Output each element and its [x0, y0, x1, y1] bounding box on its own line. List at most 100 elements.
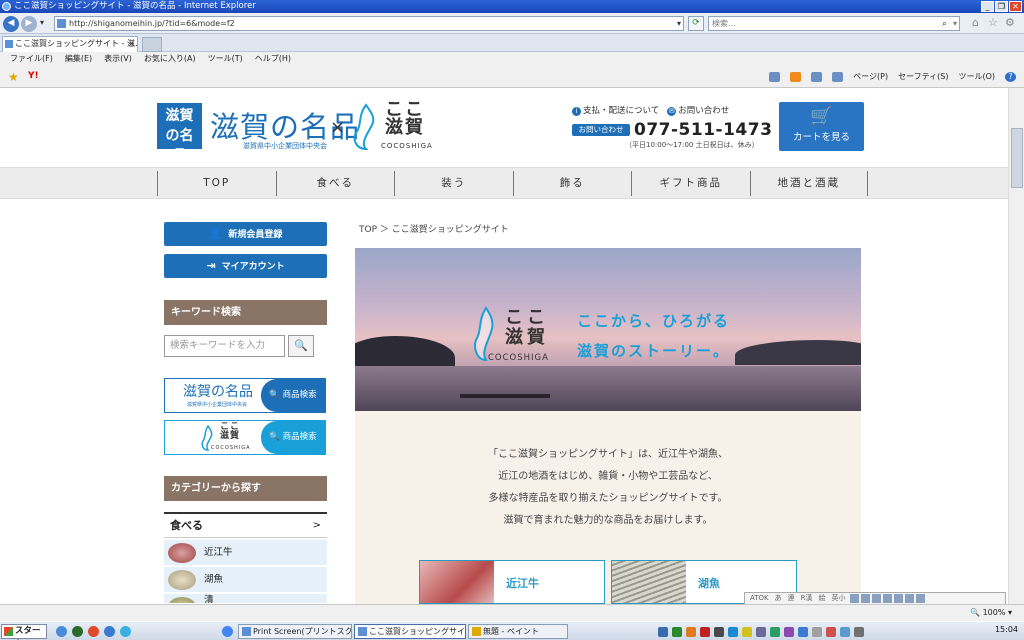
print-icon[interactable] [832, 71, 844, 82]
new-tab-button[interactable] [142, 37, 162, 52]
ime-tool-icon[interactable] [860, 594, 870, 603]
back-arrow-icon[interactable]: ◀ [3, 16, 19, 32]
menu-help[interactable]: ヘルプ(H) [255, 52, 291, 66]
tray-icon[interactable] [672, 626, 682, 637]
help-icon[interactable]: ? [1005, 71, 1016, 82]
ime-conv[interactable]: 連 [786, 593, 797, 604]
home-page-icon[interactable] [769, 71, 781, 82]
search-icon[interactable]: ⌕ [942, 18, 947, 31]
network-icon[interactable] [854, 626, 864, 637]
cocoshiga-search-banner[interactable]: ここ 滋賀 COCOSHIGA 🔍 商品検索 [164, 420, 326, 455]
task-ie-current[interactable]: ここ滋賀ショッピングサイ... [354, 624, 466, 639]
meihin-search-banner[interactable]: 滋賀の名品 滋賀県中小企業団体中央会 🔍 商品検索 [164, 378, 326, 413]
forward-arrow-icon[interactable]: ▶ [21, 16, 37, 32]
refresh-icon[interactable]: ⟳ [688, 16, 704, 31]
page-menu[interactable]: ページ(P) [853, 71, 888, 82]
restore-button[interactable]: ❐ [995, 1, 1008, 12]
task-paint[interactable]: 無題 - ペイント [468, 624, 568, 639]
my-account-button[interactable]: ⇥ マイアカウント [164, 254, 327, 278]
tray-icon[interactable] [756, 626, 766, 637]
close-button[interactable]: ✕ [1009, 1, 1022, 12]
ime-help-icon[interactable] [915, 594, 925, 603]
meihin-banner-button[interactable]: 🔍 商品検索 [261, 379, 325, 412]
category-food[interactable]: 食べる > [164, 512, 327, 538]
tray-icon[interactable] [658, 626, 668, 637]
tab-current[interactable]: ここ滋賀ショッピングサイト - 滋... × [2, 36, 138, 52]
favorites-icon[interactable]: ★ [8, 70, 19, 84]
start-button[interactable]: スタート [1, 624, 47, 640]
tab-close-icon[interactable]: × [128, 37, 135, 51]
payment-link[interactable]: i 支払・配送について [572, 104, 659, 116]
favorites-star-icon[interactable]: ☆ [988, 17, 998, 29]
nav-sake[interactable]: 地酒と酒蔵 [749, 171, 868, 196]
keyword-search-button[interactable]: 🔍 [288, 335, 314, 357]
cocoshiga-logo-text[interactable]: ここ 滋賀 [385, 101, 425, 137]
task-print-screen[interactable]: Print Screen(プリントスクリ... [238, 624, 352, 639]
safety-menu[interactable]: セーフティ(S) [898, 71, 948, 82]
ime-tool-icon[interactable] [849, 594, 859, 603]
menu-favorites[interactable]: お気に入り(A) [144, 52, 196, 66]
register-button[interactable]: 👤 新規会員登録 [164, 222, 327, 246]
feature-omi-beef[interactable]: 近江牛 [419, 560, 605, 604]
cocoshiga-banner-button[interactable]: 🔍 商品検索 [261, 421, 325, 454]
view-cart-button[interactable]: 🛒 カートを見る [779, 102, 864, 151]
address-dropdown-icon[interactable]: ▾ [677, 17, 681, 30]
search-box[interactable]: 検索... ⌕ ▾ [708, 16, 960, 31]
ime-eng[interactable]: 英小 [830, 593, 848, 604]
nav-gift[interactable]: ギフト商品 [631, 171, 750, 196]
task-app-icon [472, 627, 481, 636]
tray-icon[interactable] [728, 626, 738, 637]
quicklaunch-icon[interactable] [88, 626, 99, 637]
home-icon[interactable]: ⌂ [972, 17, 979, 29]
subcategory-lake-fish[interactable]: 湖魚 [164, 567, 327, 593]
address-bar[interactable]: http://shiganomeihin.jp/?tid=6&mode=f2 ▾ [54, 16, 684, 31]
vertical-scrollbar[interactable] [1008, 88, 1024, 604]
nav-wear[interactable]: 装う [394, 171, 513, 196]
keyword-search-input[interactable]: 検索キーワードを入力 [164, 335, 285, 357]
tray-icon[interactable] [784, 626, 794, 637]
tray-icon[interactable] [812, 626, 822, 637]
quicklaunch-icon[interactable] [56, 626, 67, 637]
yahoo-favorite-icon[interactable]: Y! [28, 71, 39, 81]
ime-mode[interactable]: あ [773, 593, 784, 604]
nav-eat[interactable]: 食べる [275, 171, 395, 196]
ime-tool-icon[interactable] [871, 594, 881, 603]
menu-tools[interactable]: ツール(T) [208, 52, 243, 66]
tray-icon[interactable] [714, 626, 724, 637]
scrollbar-thumb[interactable] [1011, 128, 1023, 188]
site-logo-mark[interactable]: 滋賀の名品 [157, 103, 202, 164]
tray-icon[interactable] [686, 626, 696, 637]
feeds-icon[interactable] [790, 71, 802, 82]
minimize-button[interactable]: _ [981, 1, 994, 12]
ime-kanji[interactable]: R漢 [799, 593, 815, 604]
ime-pic[interactable]: 絵 [817, 593, 828, 604]
tray-icon[interactable] [770, 626, 780, 637]
tray-icon[interactable] [742, 626, 752, 637]
recent-pages-dropdown-icon[interactable]: ▾ [40, 18, 44, 27]
tray-icon[interactable] [700, 626, 710, 637]
ime-tool-icon[interactable] [882, 594, 892, 603]
chrome-icon[interactable] [222, 626, 233, 637]
menu-edit[interactable]: 編集(E) [65, 52, 92, 66]
contact-link[interactable]: ✉ お問い合わせ [667, 104, 729, 116]
mail-icon[interactable] [811, 71, 823, 82]
subcategory-omi-beef[interactable]: 近江牛 [164, 540, 327, 566]
quicklaunch-icon[interactable] [72, 626, 83, 637]
zoom-level[interactable]: 🔍 100% ▾ [970, 608, 1012, 617]
tray-icon[interactable] [826, 626, 836, 637]
nav-top[interactable]: TOP [157, 171, 276, 196]
quicklaunch-icon[interactable] [120, 626, 131, 637]
tray-icon[interactable] [798, 626, 808, 637]
menu-view[interactable]: 表示(V) [104, 52, 132, 66]
quicklaunch-icon[interactable] [104, 626, 115, 637]
subcategory-pickles[interactable]: 漬 [164, 594, 327, 604]
search-dropdown-icon[interactable]: ▾ [953, 17, 957, 30]
settings-gear-icon[interactable]: ⚙ [1005, 17, 1015, 29]
volume-icon[interactable] [840, 626, 850, 637]
tools-menu[interactable]: ツール(O) [958, 71, 995, 82]
menu-file[interactable]: ファイル(F) [10, 52, 53, 66]
nav-decorate[interactable]: 飾る [512, 171, 632, 196]
ime-atok[interactable]: ATOK [748, 593, 771, 604]
ime-tool-icon[interactable] [893, 594, 903, 603]
ime-tool-icon[interactable] [904, 594, 914, 603]
